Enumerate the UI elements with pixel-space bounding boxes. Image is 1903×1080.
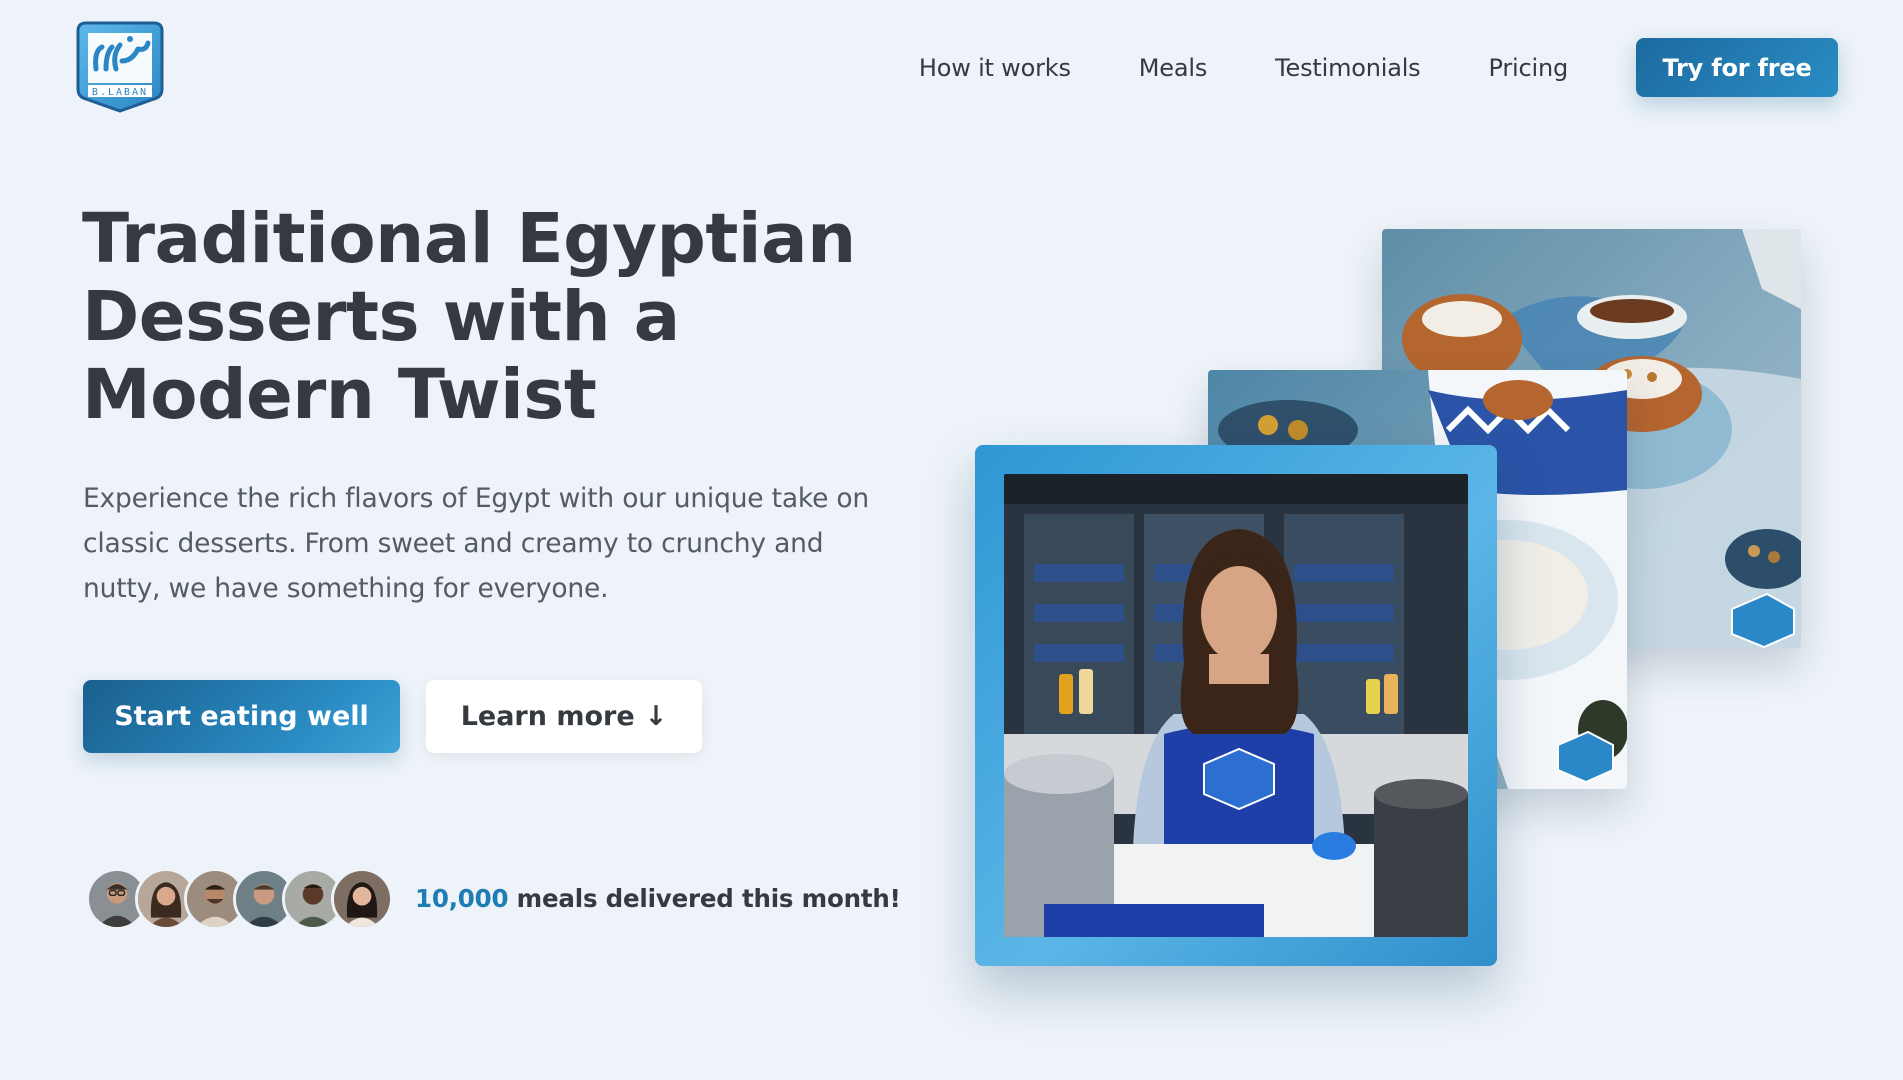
arrow-down-icon: ↓ — [644, 701, 668, 732]
chef-photo-frame — [975, 445, 1497, 966]
meals-delivered-label: meals delivered this month! — [508, 884, 901, 913]
learn-more-label: Learn more — [460, 701, 635, 732]
meals-delivered-count: 10,000 — [415, 884, 509, 913]
start-eating-well-button[interactable]: Start eating well — [83, 680, 400, 753]
brand-logo[interactable]: B.LABAN — [72, 17, 168, 115]
nav-pricing[interactable]: Pricing — [1489, 54, 1569, 82]
customer-avatars — [86, 868, 393, 930]
hero-description: Experience the rich flavors of Egypt wit… — [83, 483, 870, 604]
main-nav: How it works Meals Testimonials Pricing … — [919, 38, 1838, 97]
nav-testimonials[interactable]: Testimonials — [1275, 54, 1421, 82]
try-for-free-button[interactable]: Try for free — [1636, 38, 1838, 97]
nav-meals[interactable]: Meals — [1139, 54, 1208, 82]
avatar — [331, 868, 393, 930]
hero-title: Traditional Egyptian Desserts with a Mod… — [82, 199, 856, 435]
learn-more-button[interactable]: Learn more ↓ — [426, 680, 702, 753]
logo-wordmark: B.LABAN — [92, 87, 148, 98]
nav-how-it-works[interactable]: How it works — [919, 54, 1071, 82]
meals-delivered-text: 10,000 meals delivered this month! — [415, 884, 901, 913]
logo-icon: B.LABAN — [76, 21, 164, 113]
chef-in-kitchen-photo — [1004, 474, 1468, 937]
